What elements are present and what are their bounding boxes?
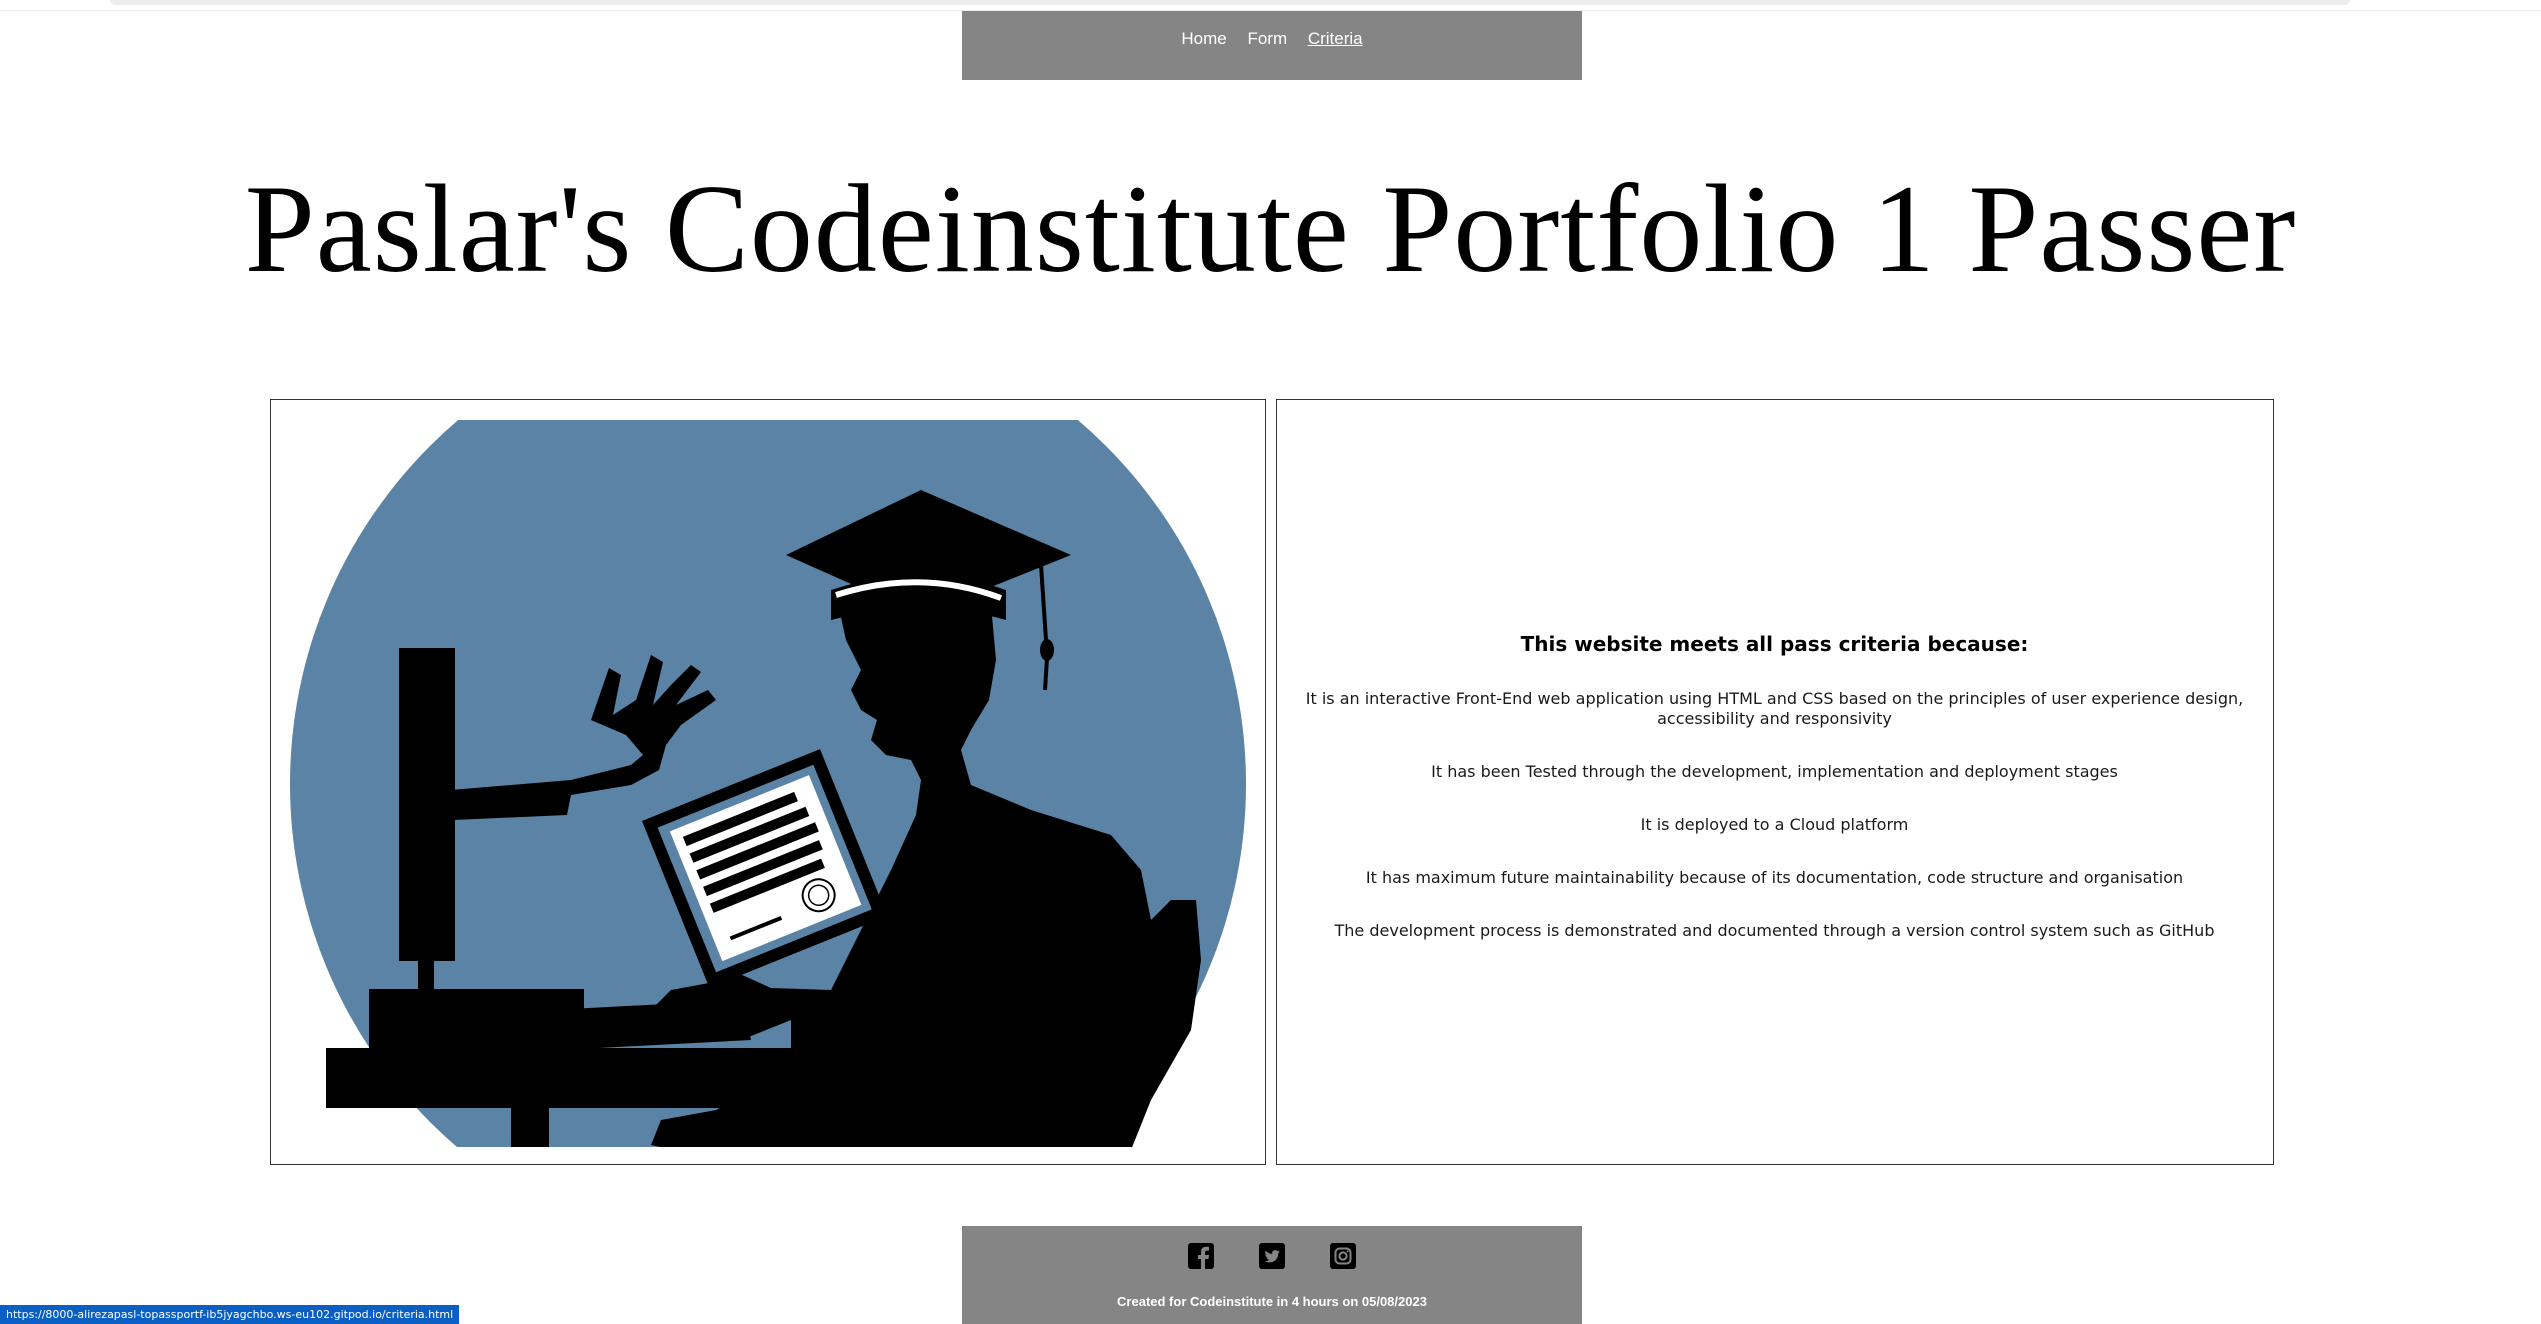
criteria-item: It has maximum future maintainability be…	[1365, 868, 2184, 887]
image-panel	[270, 399, 1266, 1165]
twitter-icon[interactable]	[1258, 1242, 1286, 1270]
nav-link-form[interactable]: Form	[1247, 29, 1287, 48]
nav-link-criteria[interactable]: Criteria	[1308, 29, 1363, 48]
criteria-list: This website meets all pass criteria bec…	[1277, 632, 2272, 974]
navbar: Home Form Criteria	[962, 11, 1582, 80]
graduate-online-illustration	[290, 420, 1246, 1147]
footer: Created for Codeinstitute in 4 hours on …	[962, 1226, 1582, 1324]
page-title: Paslar's Codeinstitute Portfolio 1 Passe…	[244, 160, 2297, 299]
nav-links: Home Form Criteria	[962, 29, 1582, 49]
browser-scroll-strip	[110, 0, 2350, 5]
criteria-panel: This website meets all pass criteria bec…	[1276, 399, 2274, 1165]
browser-top-strip	[0, 0, 2541, 11]
criteria-item: It is deployed to a Cloud platform	[1640, 815, 1909, 834]
status-bar-url: https://8000-alirezapasl-topassportf-ib5…	[0, 1305, 460, 1324]
instagram-icon[interactable]	[1329, 1242, 1357, 1270]
facebook-icon[interactable]	[1187, 1242, 1215, 1270]
criteria-item: The development process is demonstrated …	[1334, 921, 2215, 940]
criteria-item: It has been Tested through the developme…	[1431, 762, 2118, 781]
criteria-heading: This website meets all pass criteria bec…	[1520, 632, 2029, 656]
nav-link-home[interactable]: Home	[1181, 29, 1226, 48]
page: Home Form Criteria Paslar's Codeinstitut…	[0, 0, 2541, 1324]
social-links	[962, 1242, 1582, 1274]
criteria-item: It is an interactive Front-End web appli…	[1305, 689, 2244, 728]
footer-credit: Created for Codeinstitute in 4 hours on …	[1117, 1294, 1427, 1309]
